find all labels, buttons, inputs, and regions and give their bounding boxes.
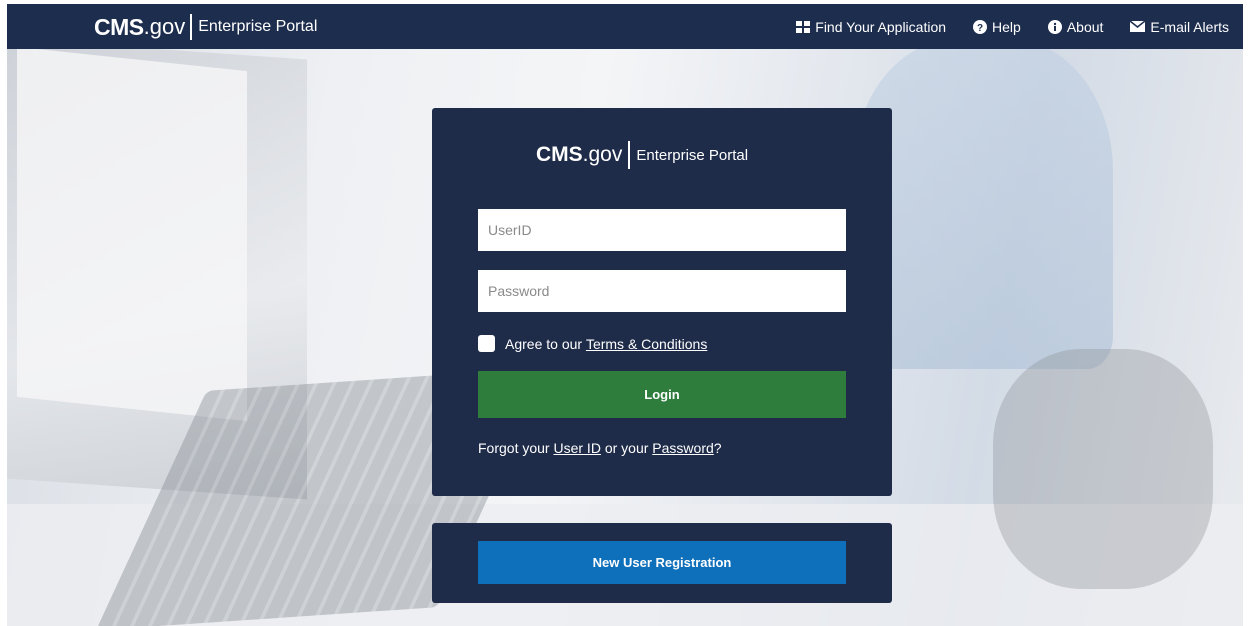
svg-text:?: ? [977, 23, 983, 34]
nav-help-label: Help [992, 18, 1021, 35]
logo-gov-text: .gov [143, 14, 186, 39]
login-button[interactable]: Login [478, 371, 846, 418]
forgot-mid-text: or your [600, 440, 653, 456]
grid-icon [796, 20, 811, 33]
forgot-password-link[interactable]: Password [652, 440, 713, 456]
nav-about[interactable]: About [1047, 18, 1104, 35]
logo-divider [190, 14, 193, 40]
logo-portal-text: Enterprise Portal [198, 18, 318, 35]
forgot-credentials: Forgot your User ID or your Password? [478, 440, 722, 456]
background-chair [993, 349, 1213, 589]
header-nav: Find Your Application ? Help About E-mai… [769, 4, 1229, 49]
password-input[interactable] [478, 270, 846, 312]
new-user-registration-button[interactable]: New User Registration [478, 541, 846, 584]
question-circle-icon: ? [973, 19, 988, 34]
info-circle-icon [1047, 19, 1062, 34]
forgot-prefix-text: Forgot your [478, 440, 554, 456]
background-monitor-screen [17, 49, 247, 422]
header-logo[interactable]: CMS .gov Enterprise Portal [94, 13, 317, 41]
terms-agreement: Agree to our Terms & Conditions [478, 335, 707, 352]
login-logo-cms-text: CMS [536, 143, 583, 166]
terms-conditions-link[interactable]: Terms & Conditions [586, 336, 707, 352]
logo-cms-text: CMS [94, 13, 144, 40]
login-card: CMS .gov Enterprise Portal Agree to our … [432, 108, 892, 496]
login-logo-portal-text: Enterprise Portal [636, 146, 749, 164]
forgot-suffix-text: ? [713, 440, 722, 456]
nav-email-alerts[interactable]: E-mail Alerts [1130, 19, 1229, 35]
registration-card: New User Registration [432, 523, 892, 603]
envelope-icon [1130, 21, 1146, 32]
forgot-userid-link[interactable]: User ID [553, 440, 600, 456]
nav-find-application[interactable]: Find Your Application [796, 19, 946, 35]
terms-checkbox[interactable] [478, 335, 495, 352]
terms-prefix-text: Agree to our [505, 335, 586, 352]
login-card-logo: CMS .gov Enterprise Portal [536, 138, 748, 172]
nav-about-label: About [1066, 18, 1104, 35]
login-logo-gov-text: .gov [582, 143, 623, 166]
nav-help[interactable]: ? Help [973, 19, 1021, 35]
login-logo-divider [628, 141, 631, 169]
nav-email-alerts-label: E-mail Alerts [1150, 18, 1229, 35]
background-nurse [853, 49, 1113, 369]
userid-input[interactable] [478, 209, 846, 251]
nav-find-application-label: Find Your Application [815, 18, 947, 35]
top-navigation-bar: CMS .gov Enterprise Portal Find Your App… [7, 4, 1243, 49]
